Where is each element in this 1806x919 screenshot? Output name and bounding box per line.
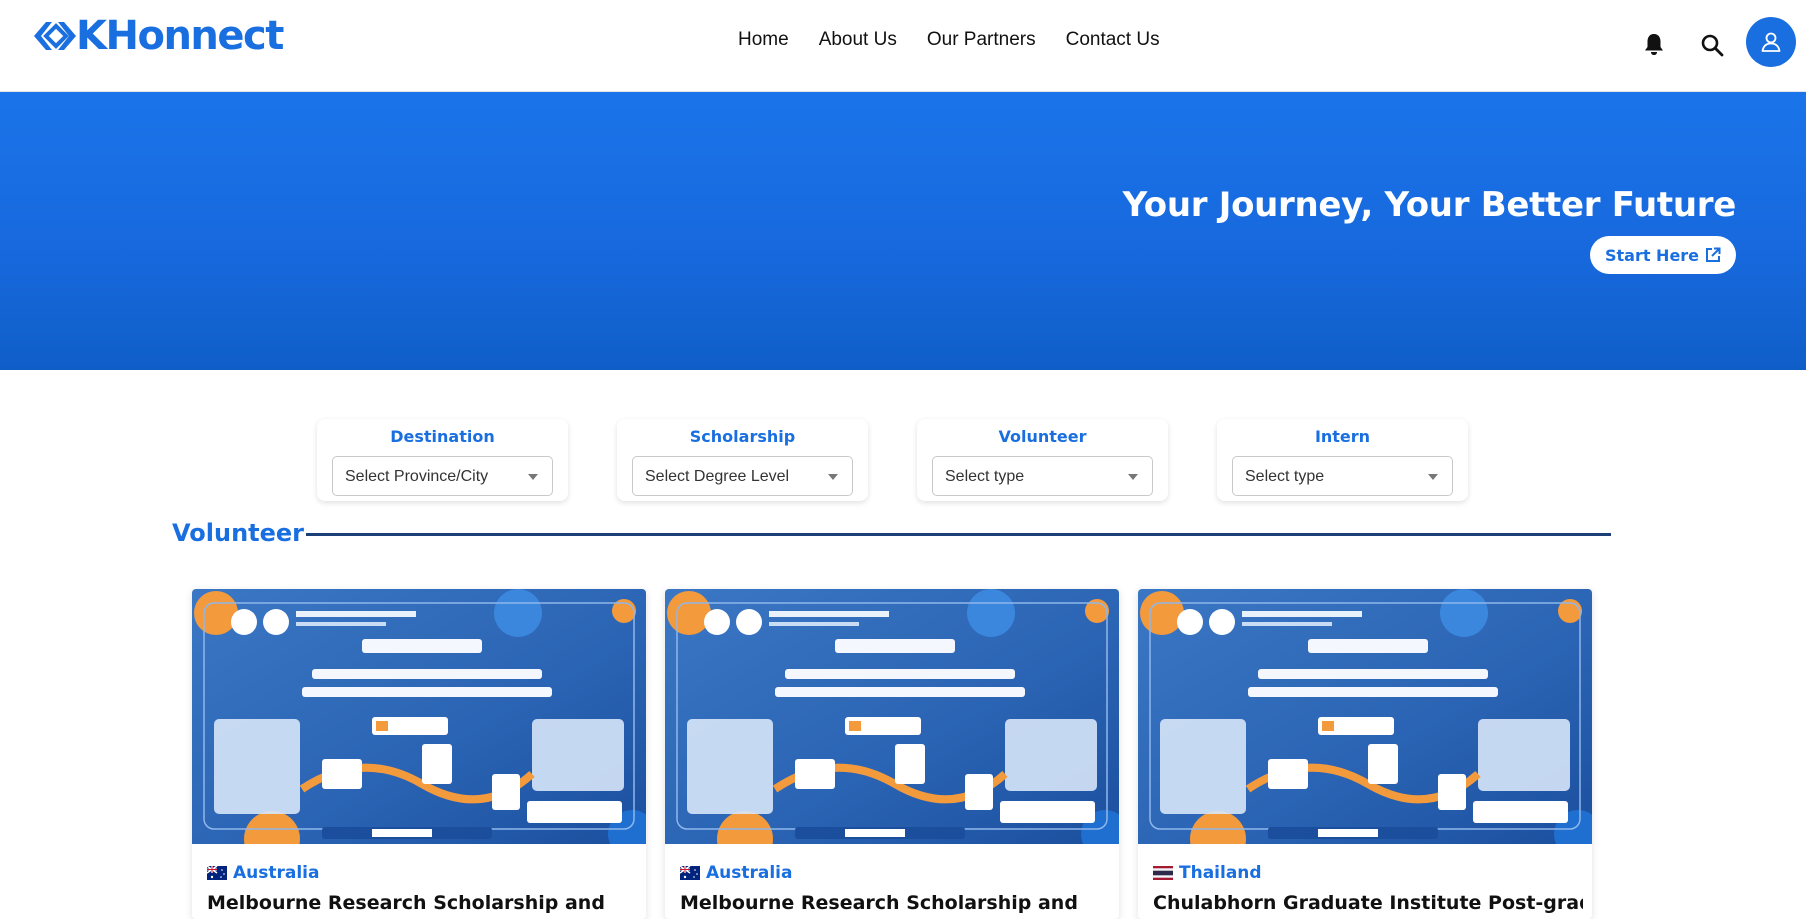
caret-down-icon [828, 474, 838, 480]
external-link-icon [1706, 247, 1721, 262]
start-here-label: Start Here [1604, 245, 1700, 265]
card-country: Thailand [1153, 863, 1262, 883]
country-name: Thailand [1179, 863, 1262, 883]
select-value: Select Province/City [345, 468, 489, 485]
card-image [665, 589, 1119, 844]
hero-title: Your Journey, Your Better Future [1122, 185, 1737, 225]
opportunity-card[interactable]: Australia Melbourne Research Scholarship… [192, 589, 646, 919]
filter-scholarship: Scholarship Select Degree Level [617, 419, 868, 501]
caret-down-icon [1428, 474, 1438, 480]
thailand-flag-icon [1153, 866, 1173, 880]
select-value: Select Degree Level [645, 468, 790, 485]
intern-select[interactable]: Select type [1232, 456, 1453, 496]
start-here-button[interactable]: Start Here [1590, 236, 1736, 274]
logo-text: KHonnect [76, 13, 284, 59]
select-value: Select type [945, 468, 1025, 485]
card-title[interactable]: Chulabhorn Graduate Institute Post-gradu… [1153, 892, 1583, 914]
destination-select[interactable]: Select Province/City [332, 456, 553, 496]
nav-our-partners[interactable]: Our Partners [927, 28, 1036, 52]
filter-title: Volunteer [998, 427, 1087, 446]
caret-down-icon [1128, 474, 1138, 480]
opportunity-card[interactable]: Thailand Chulabhorn Graduate Institute P… [1138, 589, 1592, 919]
card-title[interactable]: Melbourne Research Scholarship and [207, 892, 637, 914]
user-icon [1761, 32, 1781, 52]
volunteer-select[interactable]: Select type [932, 456, 1153, 496]
australia-flag-icon [680, 866, 700, 880]
filter-intern: Intern Select type [1217, 419, 1468, 501]
card-country: Australia [680, 863, 793, 883]
filter-volunteer: Volunteer Select type [917, 419, 1168, 501]
search-icon[interactable] [1700, 33, 1724, 57]
user-avatar-button[interactable] [1746, 17, 1796, 67]
card-country: Australia [207, 863, 320, 883]
caret-down-icon [528, 474, 538, 480]
logo-icon [34, 22, 76, 50]
card-image [1138, 589, 1592, 844]
logo[interactable]: KHonnect [32, 13, 284, 59]
site-header: KHonnect Home About Us Our Partners Cont… [0, 0, 1806, 92]
main-nav: Home About Us Our Partners Contact Us [738, 28, 1160, 52]
opportunity-card[interactable]: Australia Melbourne Research Scholarship… [665, 589, 1119, 919]
australia-flag-icon [207, 866, 227, 880]
hero-banner: Your Journey, Your Better Future Start H… [0, 92, 1806, 370]
nav-about-us[interactable]: About Us [819, 28, 897, 52]
filter-title: Scholarship [689, 427, 796, 446]
country-name: Australia [706, 863, 793, 883]
nav-home[interactable]: Home [738, 28, 789, 52]
filter-destination: Destination Select Province/City [317, 419, 568, 501]
section-divider [306, 533, 1611, 536]
select-value: Select type [1245, 468, 1325, 485]
card-image [192, 589, 646, 844]
section-title: Volunteer [172, 519, 305, 547]
nav-contact-us[interactable]: Contact Us [1066, 28, 1160, 52]
card-title[interactable]: Melbourne Research Scholarship and [680, 892, 1110, 914]
filter-title: Intern [1314, 427, 1371, 446]
country-name: Australia [233, 863, 320, 883]
filter-title: Destination [390, 427, 495, 446]
scholarship-select[interactable]: Select Degree Level [632, 456, 853, 496]
bell-icon[interactable] [1643, 32, 1665, 56]
